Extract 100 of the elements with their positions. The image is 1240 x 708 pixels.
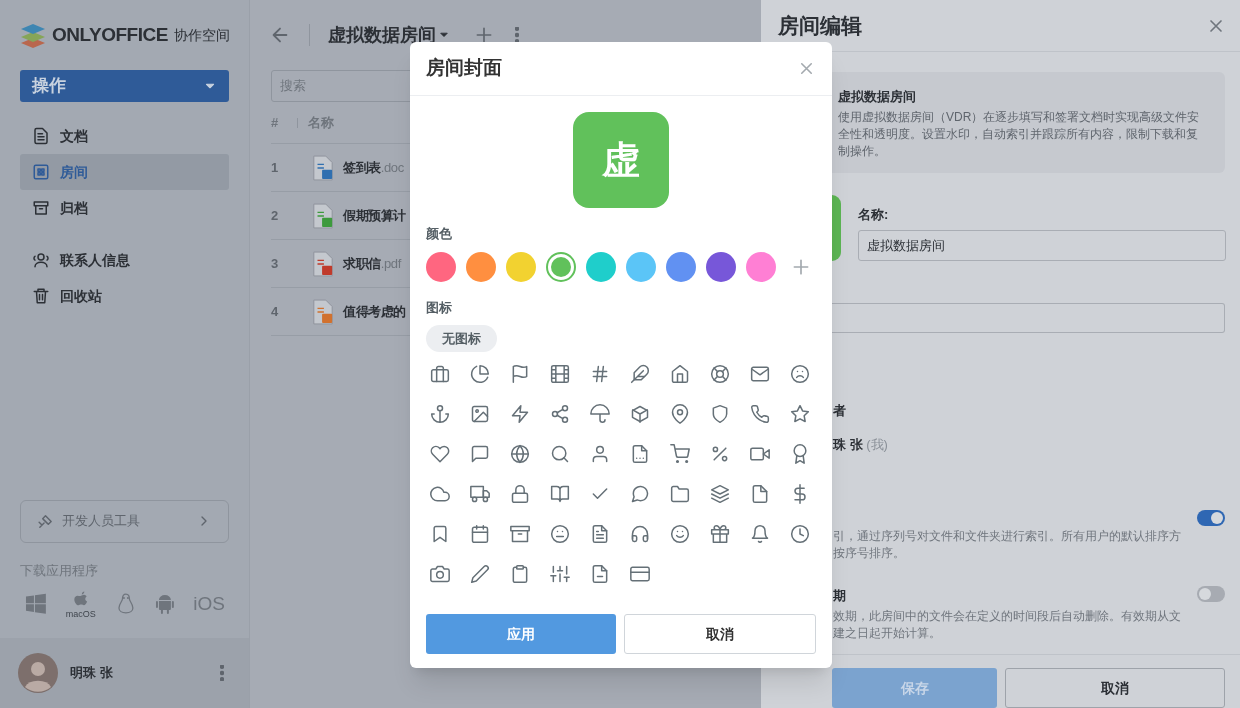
archive-icon[interactable]	[510, 524, 530, 544]
color-swatch[interactable]	[586, 251, 616, 282]
headphones-icon[interactable]	[630, 524, 650, 544]
document-icon[interactable]	[590, 524, 610, 544]
color-swatch[interactable]	[626, 251, 656, 282]
windows-icon	[24, 592, 48, 616]
room-type-title: 虚拟数据房间	[838, 88, 917, 107]
room-type-description: 使用虚拟数据房间（VDR）在逐步填写和签署文档时实现高级文件安全性和透明度。设置水印，自动索引并跟踪所有内容，限制下载和复制操作。	[838, 108, 1201, 160]
book-icon[interactable]	[550, 484, 570, 504]
section-label: 图标	[426, 298, 453, 317]
feather-icon[interactable]	[630, 364, 650, 384]
file-icon	[312, 298, 334, 325]
lock-icon[interactable]	[510, 484, 530, 504]
lifebuoy-icon[interactable]	[710, 364, 730, 384]
house-icon[interactable]	[670, 364, 690, 384]
image-icon[interactable]	[470, 404, 490, 424]
sidebar-item[interactable]: 归档	[20, 190, 229, 226]
sidebar-item[interactable]: 联系人信息	[20, 242, 229, 278]
globe-icon[interactable]	[510, 444, 530, 464]
column-header: #	[271, 113, 280, 132]
owner-name: 珠 张 (我)	[833, 435, 889, 454]
map-pin-icon[interactable]	[670, 404, 690, 424]
logo-subtitle: 协作空间	[173, 25, 230, 45]
field-label: 名称:	[858, 205, 890, 224]
box-icon[interactable]	[630, 404, 650, 424]
frown-face-icon[interactable]	[790, 364, 810, 384]
pie-chart-icon[interactable]	[470, 364, 490, 384]
file-name[interactable]: 假期预算计	[343, 205, 406, 226]
mail-icon[interactable]	[750, 364, 770, 384]
sidebar-item[interactable]: 文档	[20, 118, 229, 154]
chat-bubble-icon[interactable]	[630, 484, 650, 504]
toggle-switch[interactable]	[1197, 510, 1225, 526]
cloud-icon[interactable]	[430, 484, 450, 504]
color-swatch[interactable]	[706, 251, 736, 282]
heart-icon[interactable]	[430, 444, 450, 464]
no-icon-chip[interactable]: 无图标	[426, 325, 497, 352]
truck-icon[interactable]	[470, 484, 490, 504]
clipboard-icon[interactable]	[510, 564, 530, 584]
umbrella-icon[interactable]	[590, 404, 610, 424]
logo-text: ONLYOFFICE	[52, 22, 168, 47]
star-icon[interactable]	[790, 404, 810, 424]
row-number: 4	[271, 302, 280, 321]
hash-icon[interactable]	[590, 364, 610, 384]
file-name[interactable]: 求职信.pdf	[343, 253, 401, 274]
apply-button[interactable]: 应用	[426, 614, 616, 654]
user-name: 明珠 张	[70, 664, 114, 683]
color-swatch[interactable]	[546, 251, 576, 282]
video-camera-icon[interactable]	[750, 444, 770, 464]
actions-button[interactable]: 操作	[20, 70, 229, 102]
tags-input[interactable]	[832, 302, 1225, 333]
color-swatch[interactable]	[466, 251, 496, 282]
file-name[interactable]: 签到表.doc	[343, 157, 404, 178]
folder-icon[interactable]	[670, 484, 690, 504]
flag-icon[interactable]	[510, 364, 530, 384]
color-swatch[interactable]	[746, 251, 776, 282]
smile-face-icon[interactable]	[670, 524, 690, 544]
file-icon	[312, 202, 334, 229]
color-swatch[interactable]	[426, 251, 456, 282]
logo-icon	[20, 22, 46, 48]
sidebar-item[interactable]: 回收站	[20, 278, 229, 314]
color-swatch[interactable]	[666, 251, 696, 282]
bookmark-icon[interactable]	[430, 524, 450, 544]
document-icon	[32, 127, 50, 145]
share-icon[interactable]	[550, 404, 570, 424]
file-name[interactable]: 值得考虑的	[343, 301, 406, 322]
cover-preview: 虚	[573, 112, 669, 208]
pencil-icon[interactable]	[470, 564, 490, 584]
file-icon[interactable]	[630, 444, 650, 464]
shield-icon[interactable]	[710, 404, 730, 424]
cancel-button[interactable]: 取消	[1005, 668, 1225, 708]
anchor-icon[interactable]	[430, 404, 450, 424]
file-minus-icon[interactable]	[590, 564, 610, 584]
calendar-icon[interactable]	[470, 524, 490, 544]
brush-icon	[37, 512, 54, 530]
file-icon[interactable]	[750, 484, 770, 504]
film-icon[interactable]	[550, 364, 570, 384]
cancel-button[interactable]: 取消	[624, 614, 816, 654]
award-icon[interactable]	[790, 444, 810, 464]
camera-icon[interactable]	[430, 564, 450, 584]
file-icon	[312, 250, 334, 277]
phone-icon[interactable]	[750, 404, 770, 424]
color-swatch[interactable]	[506, 251, 536, 282]
bell-icon[interactable]	[750, 524, 770, 544]
percent-icon[interactable]	[710, 444, 730, 464]
user-icon[interactable]	[590, 444, 610, 464]
search-icon[interactable]	[550, 444, 570, 464]
neutral-face-icon[interactable]	[550, 524, 570, 544]
more-icon	[515, 27, 519, 43]
briefcase-icon[interactable]	[430, 364, 450, 384]
clock-icon[interactable]	[790, 524, 810, 544]
toggle-switch[interactable]	[1197, 586, 1225, 602]
credit-card-icon[interactable]	[630, 564, 650, 584]
layers-icon[interactable]	[710, 484, 730, 504]
speech-bubble-icon[interactable]	[470, 444, 490, 464]
cart-icon[interactable]	[670, 444, 690, 464]
gift-icon[interactable]	[710, 524, 730, 544]
sliders-icon[interactable]	[550, 564, 570, 584]
plus-icon	[474, 25, 494, 45]
name-input[interactable]: 虚拟数据房间	[858, 230, 1226, 261]
lightning-icon[interactable]	[510, 404, 530, 424]
